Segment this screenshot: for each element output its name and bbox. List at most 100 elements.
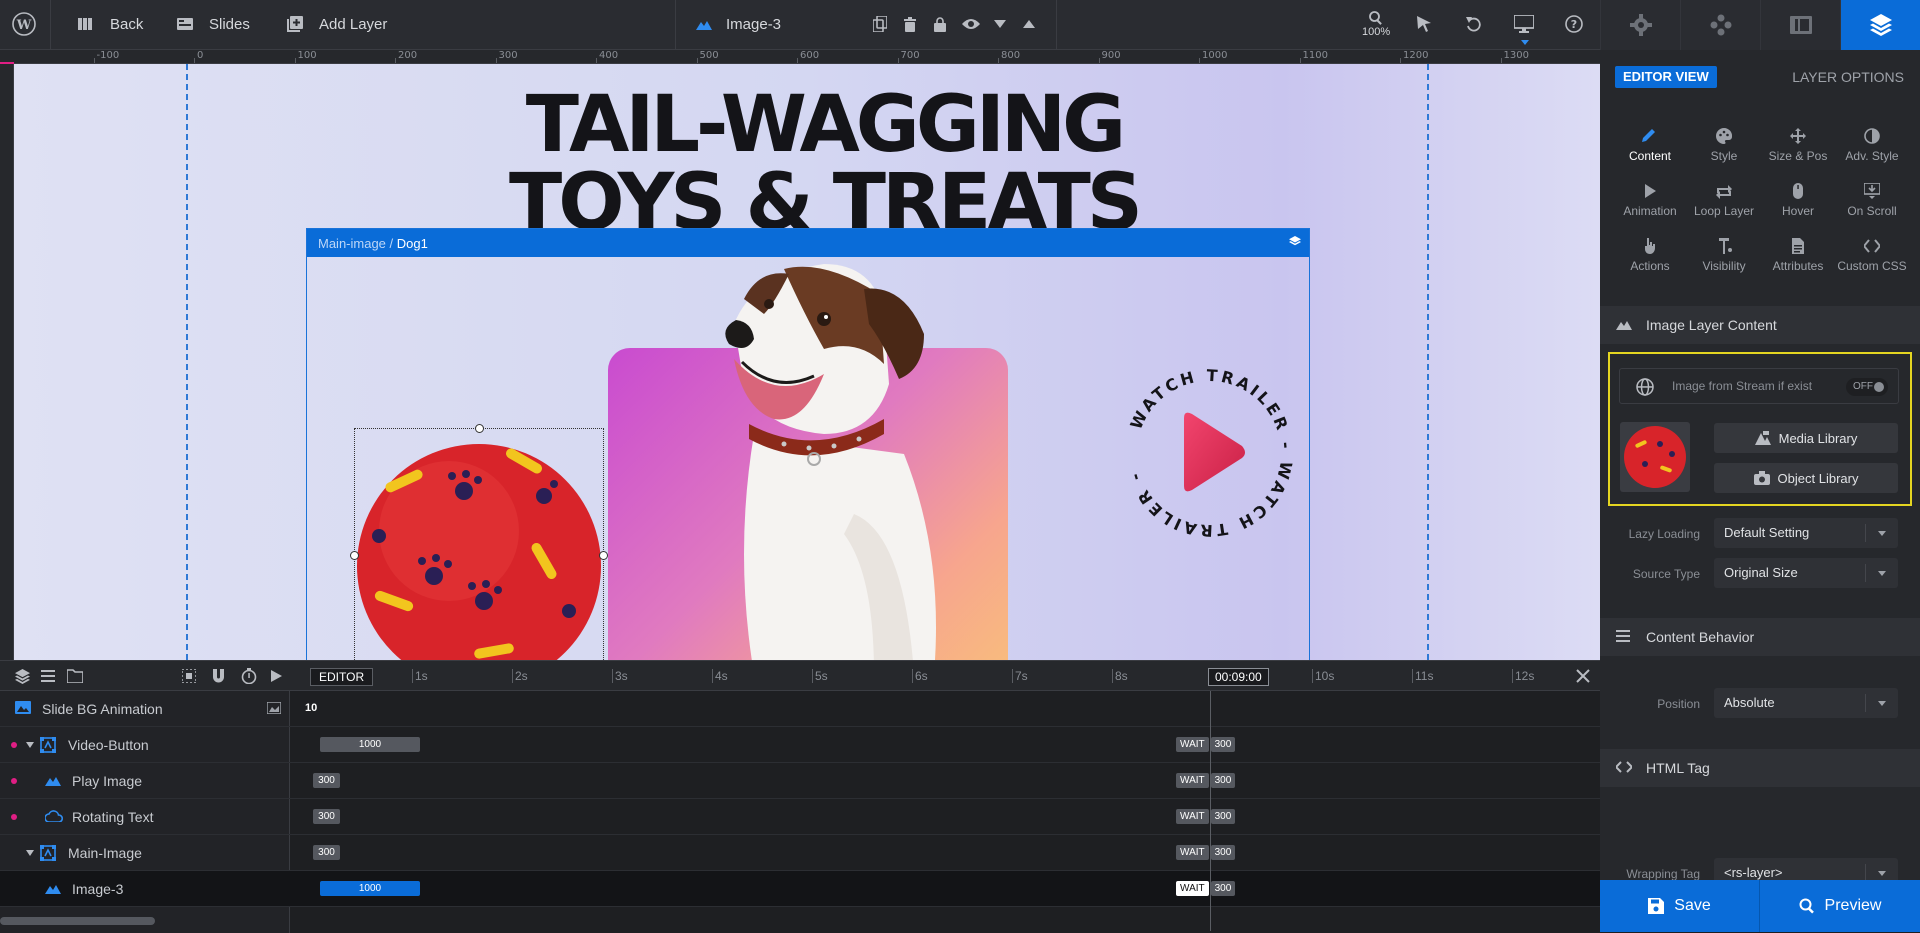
lazy-loading-select[interactable]: Default Setting <box>1714 518 1898 548</box>
option-loop-layer[interactable]: Loop Layer <box>1684 183 1764 218</box>
ruler-tick <box>194 58 195 63</box>
timeline-row[interactable]: Play Image 300 WAIT 300 <box>0 763 1600 799</box>
delete-layer-button[interactable] <box>904 0 916 48</box>
option-hover[interactable]: Hover <box>1758 183 1838 218</box>
layer-name-label: Image-3 <box>726 15 782 33</box>
option-animation[interactable]: Animation <box>1610 183 1690 218</box>
option-content[interactable]: Content <box>1610 128 1690 163</box>
layers-toggle-icon[interactable] <box>15 669 30 684</box>
animation-bar[interactable]: 300 <box>313 845 340 860</box>
position-select[interactable]: Absolute <box>1714 688 1898 718</box>
layer-stack-icon[interactable] <box>1289 235 1301 253</box>
eye-icon <box>962 19 980 29</box>
source-type-select[interactable]: Original Size <box>1714 558 1898 588</box>
timeline-row[interactable]: Video-Button 1000 WAIT 300 <box>0 727 1600 763</box>
timer-icon[interactable] <box>241 668 257 684</box>
timeline-scrollbar[interactable] <box>0 917 155 925</box>
option-actions[interactable]: Actions <box>1610 238 1690 273</box>
move-layer-up-button[interactable] <box>1023 0 1035 48</box>
list-icon[interactable] <box>41 670 55 682</box>
expand-caret-icon[interactable] <box>26 742 34 748</box>
wait-block[interactable]: WAIT 300 <box>1176 809 1236 824</box>
layer-options-label[interactable]: LAYER OPTIONS <box>1792 69 1904 85</box>
timeline-row[interactable]: Main-Image 300 WAIT 300 <box>0 835 1600 871</box>
timeline-row[interactable]: Slide BG Animation 10 <box>0 691 1600 727</box>
wordpress-logo-button[interactable]: W <box>12 0 36 48</box>
scroll-icon <box>1864 183 1880 199</box>
tab-layer-options[interactable] <box>1840 0 1920 50</box>
layer-type-icon <box>40 845 56 866</box>
option-adv-style[interactable]: Adv. Style <box>1832 128 1912 163</box>
breadcrumb-separator: / <box>385 235 397 251</box>
wait-block[interactable]: WAIT 300 <box>1176 845 1236 860</box>
globe-icon <box>1636 378 1654 396</box>
layer-type-icon <box>40 737 56 758</box>
stream-toggle[interactable]: OFF <box>1846 378 1888 396</box>
save-button[interactable]: Save <box>1600 880 1759 932</box>
magnet-icon[interactable] <box>211 669 226 684</box>
tab-navigation[interactable] <box>1680 0 1760 50</box>
back-button[interactable]: Back <box>78 0 143 48</box>
ruler-label: 700 <box>900 50 920 61</box>
ruler-tick <box>596 58 597 63</box>
ruler-label: 100 <box>297 50 317 61</box>
lazy-loading-value: Default Setting <box>1724 525 1810 540</box>
content-behavior-header[interactable]: Content Behavior <box>1600 618 1920 656</box>
slide-canvas[interactable]: TAIL-WAGGING TOYS & TREATS WATCH TRAILER… <box>14 64 1600 660</box>
wait-block[interactable]: WAIT 300 <box>1176 881 1236 896</box>
option-size-pos[interactable]: Size & Pos <box>1758 128 1838 163</box>
main-image-selection[interactable]: Main-image / Dog1 <box>306 228 1310 660</box>
source-type-label: Source Type <box>1632 567 1700 581</box>
image-settings-icon[interactable] <box>267 702 281 714</box>
object-library-button[interactable]: Object Library <box>1714 463 1898 493</box>
help-button[interactable]: ? <box>1565 0 1583 48</box>
layer-name: Video-Button <box>68 737 149 753</box>
editor-view-button[interactable]: EDITOR VIEW <box>1615 66 1717 88</box>
grid-select-icon[interactable] <box>182 669 196 683</box>
option-on-scroll[interactable]: On Scroll <box>1832 183 1912 218</box>
option-label: Content <box>1628 149 1672 163</box>
wait-block[interactable]: WAIT 300 <box>1176 737 1236 752</box>
zoom-control[interactable]: 100% <box>1362 0 1390 48</box>
image-layer-content-header[interactable]: Image Layer Content <box>1600 306 1920 344</box>
html-tag-title: HTML Tag <box>1646 760 1710 776</box>
option-visibility[interactable]: Visibility <box>1684 238 1764 273</box>
folder-icon[interactable] <box>67 669 83 683</box>
wait-block[interactable]: WAIT 300 <box>1176 773 1236 788</box>
undo-button[interactable] <box>1466 0 1482 48</box>
animation-bar[interactable]: 300 <box>313 809 340 824</box>
media-library-button[interactable]: Media Library <box>1714 423 1898 453</box>
playhead[interactable] <box>1210 691 1211 931</box>
preview-button[interactable]: Preview <box>1760 880 1920 932</box>
option-attributes[interactable]: Attributes <box>1758 238 1838 273</box>
play-icon[interactable] <box>271 670 282 682</box>
close-icon[interactable] <box>1576 669 1590 683</box>
option-label: Adv. Style <box>1845 149 1899 163</box>
editor-tag[interactable]: EDITOR <box>310 668 374 686</box>
duplicate-layer-button[interactable] <box>873 0 887 48</box>
html-tag-header[interactable]: HTML Tag <box>1600 749 1920 787</box>
visibility-toggle-button[interactable] <box>962 0 980 48</box>
slides-button[interactable]: Slides <box>177 0 250 48</box>
expand-caret-icon[interactable] <box>26 850 34 856</box>
layer-name-display[interactable]: Image-3 <box>696 0 781 48</box>
image-thumbnail[interactable] <box>1620 422 1690 492</box>
timeline-row[interactable]: Rotating Text 300 WAIT 300 <box>0 799 1600 835</box>
tab-slide-options[interactable] <box>1760 0 1840 50</box>
add-layer-button[interactable]: Add Layer <box>287 0 387 48</box>
option-custom-css[interactable]: Custom CSS <box>1832 238 1912 273</box>
timeline-row[interactable]: Image-3 1000 WAIT 300 <box>0 871 1600 907</box>
select-tool-button[interactable] <box>1417 0 1431 48</box>
time-marker[interactable]: 00:09:00 <box>1208 668 1269 686</box>
headline-line-1[interactable]: TAIL-WAGGING <box>434 82 1214 168</box>
move-layer-down-button[interactable] <box>994 0 1006 48</box>
breadcrumb-parent[interactable]: Main-image <box>318 236 386 251</box>
option-style[interactable]: Style <box>1684 128 1764 163</box>
animation-bar[interactable]: 1000 <box>320 881 420 896</box>
timeline-toolbar: EDITOR 1s 2s 3s 4s 5s 6s 7s 8s 10s 11s 12s 00:09:0… <box>0 661 1600 691</box>
ruler-tick <box>1098 58 1100 63</box>
animation-bar[interactable]: 1000 <box>320 737 420 752</box>
lock-layer-button[interactable] <box>934 0 946 48</box>
animation-bar[interactable]: 300 <box>313 773 340 788</box>
tab-settings[interactable] <box>1600 0 1680 50</box>
